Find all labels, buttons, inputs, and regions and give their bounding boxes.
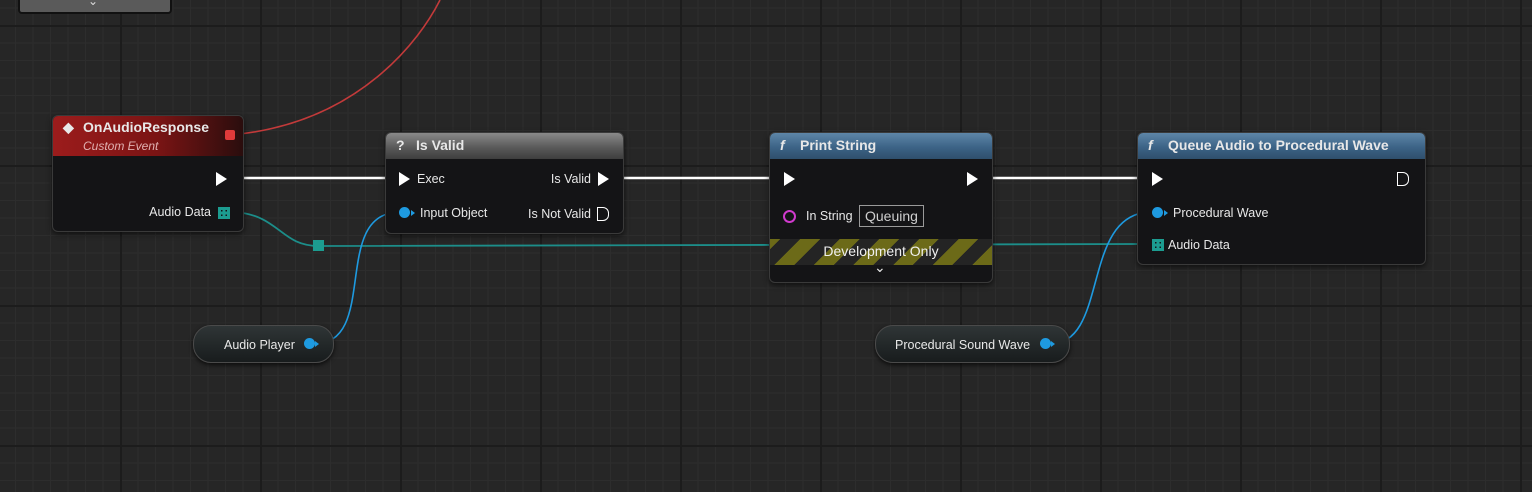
object-out-pin[interactable] [304,338,315,349]
string-in-pin[interactable] [783,210,796,223]
pin-arrow-icon [1164,210,1168,216]
array-out-pin[interactable] [218,207,230,219]
is-valid-node[interactable]: ? Is Valid Exec Is Valid Input Object Is… [385,132,624,234]
event-delegate-pin[interactable] [225,130,235,140]
pin-label: Audio Data [1168,238,1230,252]
reroute-node[interactable] [313,240,324,251]
variable-label: Audio Player [224,338,295,352]
node-title: Queue Audio to Procedural Wave [1168,137,1389,153]
function-icon: f [1148,137,1153,153]
custom-event-node[interactable]: ◆ OnAudioResponse Custom Event Audio Dat… [52,115,244,232]
function-icon: f [780,137,785,153]
exec-out-pin[interactable] [216,172,227,186]
object-in-pin[interactable] [399,207,410,218]
pin-arrow-icon [411,210,415,216]
pin-arrow-icon [315,341,319,347]
pin-label: Procedural Wave [1173,206,1269,220]
node-title: Print String [800,137,877,153]
pin-label: Is Not Valid [528,207,591,221]
exec-out-pin-unconnected[interactable] [1397,172,1409,186]
chevron-down-icon[interactable]: ⌄ [874,259,886,276]
node-header: ? Is Valid [386,133,623,159]
pin-label: Is Valid [550,172,591,186]
dev-only-label: Development Only [823,243,939,259]
node-title: OnAudioResponse [83,119,210,135]
node-header: f Print String [770,133,992,159]
exec-out-pin-unconnected[interactable] [597,207,609,221]
audio-player-variable[interactable]: Audio Player [193,325,334,363]
variable-label: Procedural Sound Wave [895,338,1031,352]
chevron-down-icon: ⌄ [88,0,99,8]
pin-label: Exec [417,172,445,186]
exec-out-pin[interactable] [598,172,609,186]
array-wire-audio-data [233,211,1151,247]
array-in-pin[interactable] [1152,239,1164,251]
pin-arrow-icon [1051,341,1055,347]
node-title: Is Valid [416,137,465,153]
object-out-pin[interactable] [1040,338,1051,349]
procedural-sound-wave-variable[interactable]: Procedural Sound Wave [875,325,1070,363]
node-subtitle: Custom Event [83,139,159,153]
collapsed-node-stub[interactable]: ⌄ [18,0,172,14]
pin-label: In String [806,209,853,223]
node-header: f Queue Audio to Procedural Wave [1138,133,1425,159]
in-string-input[interactable]: Queuing [859,205,924,227]
exec-in-pin[interactable] [399,172,410,186]
pin-label: Input Object [420,206,488,220]
exec-in-pin[interactable] [784,172,795,186]
print-string-node[interactable]: f Print String In String Queuing Develop… [769,132,993,283]
event-diamond-icon: ◆ [63,119,74,135]
exec-out-pin[interactable] [967,172,978,186]
queue-audio-node[interactable]: f Queue Audio to Procedural Wave Procedu… [1137,132,1426,265]
node-header: ◆ OnAudioResponse Custom Event [53,116,243,156]
event-wire-from-above [239,0,441,135]
pin-label: Audio Data [149,205,211,219]
exec-in-pin[interactable] [1152,172,1163,186]
question-icon: ? [396,137,405,153]
object-in-pin[interactable] [1152,207,1163,218]
